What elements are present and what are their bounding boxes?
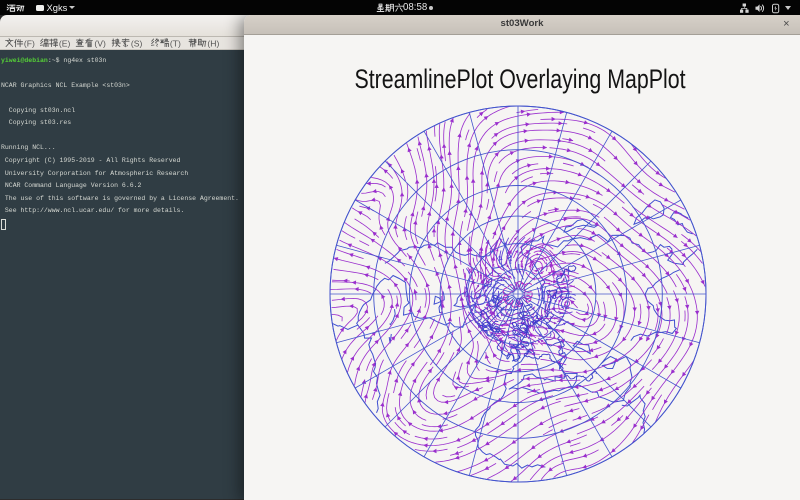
svg-text:StreamlinePlot Overlaying MapP: StreamlinePlot Overlaying MapPlot <box>355 64 687 94</box>
